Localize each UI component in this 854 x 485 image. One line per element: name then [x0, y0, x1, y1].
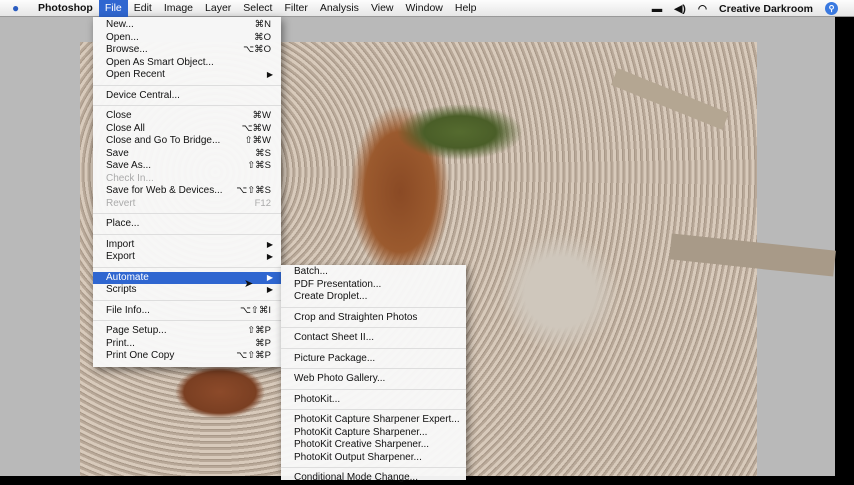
- menu-item-photokit-capture-sharpener[interactable]: PhotoKit Capture Sharpener...: [281, 427, 466, 440]
- shortcut-label: ⌘O: [254, 31, 271, 43]
- menu-item-save[interactable]: Save ⌘S: [93, 148, 281, 161]
- menu-separator: [281, 341, 466, 349]
- menu-item-label: Print...: [106, 337, 135, 349]
- shortcut-label: ⇧⌘W: [244, 135, 271, 146]
- menu-item-label: Save As...: [106, 160, 152, 171]
- menu-item-label: PhotoKit Capture Sharpener...: [294, 426, 428, 438]
- menu-select[interactable]: Select: [237, 0, 278, 17]
- menu-separator: [281, 300, 466, 308]
- file-menu: New... ⌘N Open... ⌘O Browse... ⌥⌘O Open As Sma…: [93, 17, 281, 367]
- menu-item-label: Page Setup...: [106, 325, 167, 336]
- menu-item-label: Close: [106, 110, 132, 121]
- shortcut-label: ⌥⇧⌘S: [236, 185, 271, 196]
- menu-bar: ● Photoshop File Edit Image Layer Select…: [0, 0, 854, 17]
- menu-separator: [93, 206, 281, 214]
- menu-item-new[interactable]: New... ⌘N: [93, 19, 281, 32]
- menu-help[interactable]: Help: [449, 0, 483, 17]
- menu-separator: [281, 402, 466, 410]
- wifi-icon[interactable]: ◠: [698, 3, 707, 15]
- menu-item-browse[interactable]: Browse... ⌥⌘O: [93, 44, 281, 57]
- menu-item-close-and-go-to-bridge[interactable]: Close and Go To Bridge... ⇧⌘W: [93, 135, 281, 148]
- menu-file[interactable]: File: [98, 0, 128, 17]
- display-icon[interactable]: ▬: [652, 3, 663, 15]
- menu-item-label: PhotoKit Capture Sharpener Expert...: [294, 414, 460, 425]
- menu-edit[interactable]: Edit: [128, 0, 158, 17]
- shortcut-label: ⌘W: [252, 110, 271, 121]
- menu-item-print[interactable]: Print... ⌘P: [93, 338, 281, 351]
- shortcut-label: ⌥⌘W: [241, 122, 271, 134]
- spotlight-icon[interactable]: ⚲: [825, 2, 838, 15]
- menu-item-page-setup[interactable]: Page Setup... ⇧⌘P: [93, 325, 281, 338]
- menu-item-photokit-capture-sharpener-expert[interactable]: PhotoKit Capture Sharpener Expert...: [281, 414, 466, 427]
- menu-item-label: Open...: [106, 31, 139, 43]
- menu-item-label: Conditional Mode Change...: [294, 472, 418, 483]
- menu-item-label: PDF Presentation...: [294, 278, 382, 290]
- menu-filter[interactable]: Filter: [278, 0, 313, 17]
- menu-item-close-all[interactable]: Close All ⌥⌘W: [93, 123, 281, 136]
- menu-item-label: Save for Web & Devices...: [106, 185, 223, 196]
- menu-item-check-in: Check In...: [93, 173, 281, 186]
- menu-separator: [281, 320, 466, 328]
- image-detail: [610, 68, 730, 130]
- shortcut-label: ⇧⌘P: [247, 325, 271, 336]
- menu-separator: [93, 260, 281, 268]
- menu-item-label: Import: [106, 238, 135, 250]
- menu-analysis[interactable]: Analysis: [314, 0, 365, 17]
- menu-item-label: Close and Go To Bridge...: [106, 135, 221, 146]
- menu-item-conditional-mode-change[interactable]: Conditional Mode Change...: [281, 472, 466, 485]
- menu-separator: [281, 460, 466, 468]
- menu-item-photokit-creative-sharpener[interactable]: PhotoKit Creative Sharpener...: [281, 439, 466, 452]
- menu-item-open-as-smart-object[interactable]: Open As Smart Object...: [93, 57, 281, 70]
- menu-item-batch[interactable]: Batch...: [281, 266, 466, 279]
- menu-image[interactable]: Image: [158, 0, 199, 17]
- shortcut-label: ⌘N: [254, 19, 271, 30]
- submenu-arrow-icon: ▶: [266, 239, 273, 249]
- shortcut-label: ⌘P: [255, 337, 271, 349]
- shortcut-label: ⌥⇧⌘P: [236, 350, 271, 361]
- menu-separator: [93, 313, 281, 321]
- menu-item-label: Browse...: [106, 44, 148, 55]
- menu-item-save-as[interactable]: Save As... ⇧⌘S: [93, 160, 281, 173]
- menu-separator: [93, 293, 281, 301]
- cursor-icon: ➤: [244, 278, 254, 290]
- automate-submenu: Batch... PDF Presentation... Create Drople…: [281, 265, 466, 483]
- menu-item-save-for-web-devices[interactable]: Save for Web & Devices... ⌥⇧⌘S: [93, 185, 281, 198]
- menu-separator: [281, 361, 466, 369]
- menu-separator: [93, 78, 281, 86]
- shortcut-label: ⌘S: [255, 147, 271, 159]
- menu-view[interactable]: View: [365, 0, 400, 17]
- menu-item-label: Automate: [106, 271, 149, 283]
- app-menu[interactable]: Photoshop: [32, 0, 99, 17]
- menu-item-print-one-copy[interactable]: Print One Copy ⌥⇧⌘P: [93, 350, 281, 363]
- shortcut-label: ⌥⌘O: [243, 44, 271, 55]
- menu-item-label: Open As Smart Object...: [106, 56, 214, 68]
- apple-icon[interactable]: ●: [12, 1, 24, 15]
- menu-item-label: Check In...: [106, 172, 154, 184]
- menu-separator: [93, 227, 281, 235]
- menu-item-label: New...: [106, 19, 134, 30]
- menu-item-label: Save: [106, 147, 129, 159]
- user-name[interactable]: Creative Darkroom: [719, 3, 813, 15]
- menu-window[interactable]: Window: [400, 0, 449, 17]
- menu-item-label: PhotoKit Creative Sharpener...: [294, 439, 430, 450]
- menu-item-label: Batch...: [294, 266, 328, 277]
- submenu-arrow-icon: ▶: [266, 272, 273, 282]
- menu-separator: [281, 382, 466, 390]
- menu-layer[interactable]: Layer: [199, 0, 237, 17]
- menu-item-label: Print One Copy: [106, 350, 175, 361]
- menu-separator: [93, 98, 281, 106]
- menu-item-open[interactable]: Open... ⌘O: [93, 32, 281, 45]
- menu-item-pdf-presentation[interactable]: PDF Presentation...: [281, 279, 466, 292]
- menu-item-import[interactable]: Import ▶: [93, 239, 281, 252]
- menu-item-close[interactable]: Close ⌘W: [93, 110, 281, 123]
- shortcut-label: ⇧⌘S: [247, 160, 271, 171]
- volume-icon[interactable]: ◀): [674, 3, 686, 15]
- menu-item-label: Close All: [106, 122, 145, 134]
